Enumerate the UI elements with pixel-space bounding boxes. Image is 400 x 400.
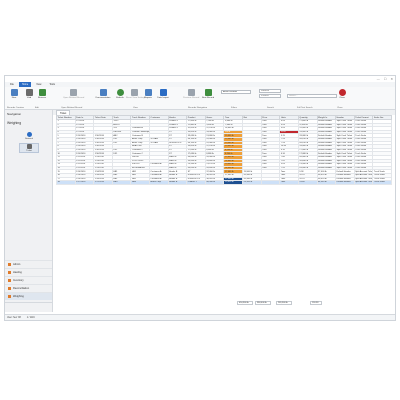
totals-row: 654,360 lb 384,400 lb 269,960 lb 134.98 xyxy=(56,300,392,305)
total-tare: 384,400 lb xyxy=(255,300,271,305)
nav-item-admin[interactable]: Admin xyxy=(5,260,52,268)
reset-view-icon xyxy=(130,89,138,96)
previous-record-button[interactable]: Previous Record xyxy=(183,89,199,99)
app-window: Ticket - ScaleSoft — ☐ ✕ File Home View … xyxy=(5,76,395,320)
open-related-icon xyxy=(69,89,77,96)
table-cell: Acme Corp xyxy=(149,180,169,185)
weighing-icon xyxy=(8,295,11,298)
nav-item-weighing[interactable]: Weighing xyxy=(5,292,52,300)
module-ticket[interactable]: Ticket xyxy=(19,143,39,153)
void-icon xyxy=(25,89,33,96)
table-cell: Tons xyxy=(279,180,299,185)
new-record-icon xyxy=(10,89,18,96)
table-cell: Truck Scale xyxy=(372,180,392,185)
table-cell: Product 1 xyxy=(186,180,206,185)
group-close: Close xyxy=(337,107,343,109)
refresh-icon xyxy=(116,89,124,96)
close-icon xyxy=(338,89,346,96)
total-net: 269,960 lb xyxy=(276,300,292,305)
reports-button[interactable]: Reports xyxy=(141,89,155,99)
table-cell: HB3 xyxy=(111,180,132,185)
network-icon xyxy=(26,132,32,137)
navigation-items: Admin Hauling Inventory Reconciliation W… xyxy=(5,260,52,300)
table-cell: Default Header xyxy=(335,180,355,185)
next-record-icon xyxy=(204,89,212,96)
table-cell: 44,340 lb xyxy=(204,180,225,185)
group-full-text-search: Full Text Search xyxy=(297,107,313,109)
group-view: View xyxy=(133,107,138,109)
reconciliation-icon xyxy=(8,287,11,290)
open-related-record-button[interactable]: Open Related Record xyxy=(63,89,84,99)
table-cell: 44,340 lb xyxy=(316,180,337,185)
total-gross: 654,360 lb xyxy=(237,300,253,305)
nav-item-hauling[interactable]: Hauling xyxy=(5,268,52,276)
admin-icon xyxy=(8,263,11,266)
table-row[interactable]: 18 1/17/2016 1/17/2016 HB3 HB3 Acme Corp Haule… xyxy=(56,180,392,185)
navigation-panel: Navigation Weighing Network Ticket Admin… xyxy=(5,110,53,312)
group-records-creation: Records Creation xyxy=(7,107,25,109)
group-search: Search xyxy=(267,107,274,109)
table-cell: 1/17/2016 xyxy=(74,180,95,185)
inventory-icon xyxy=(8,279,11,282)
hauling-icon xyxy=(8,271,11,274)
ticket-grid-area: Ticket Ticket Number Date In Ticket Date Tr… xyxy=(53,110,395,312)
ribbon-toolbar: New Void Reissue Open Related Record Doc… xyxy=(5,87,395,110)
status-user: User: Sec '08 xyxy=(7,316,21,319)
data-import-icon xyxy=(159,89,167,96)
refresh-button[interactable]: Refresh xyxy=(113,89,127,99)
reset-view-settings-button[interactable]: Reset View Settings xyxy=(126,89,146,99)
data-import-button[interactable]: Data Import xyxy=(155,89,171,99)
table-cell: 14.66 xyxy=(297,180,318,185)
date-to-field[interactable]: 1/1/2017 xyxy=(259,94,281,98)
table-cell: 15,020 lb xyxy=(223,180,244,185)
status-bar: User: Sec '08 1 / 1116 xyxy=(5,314,395,320)
navigation-footer xyxy=(5,302,52,312)
module-network[interactable]: Network xyxy=(19,132,39,140)
record-filter-select[interactable]: Active Records xyxy=(221,90,251,94)
table-cell: HB3 xyxy=(130,180,151,185)
status-record-count: 1 / 1116 xyxy=(26,316,35,319)
table-cell xyxy=(260,180,281,185)
navigation-header: Navigation xyxy=(7,112,22,116)
next-record-button[interactable]: Next Record xyxy=(200,89,216,99)
documentation-button[interactable]: Documentation xyxy=(93,89,113,99)
table-cell: Hauler B xyxy=(167,180,188,185)
previous-record-icon xyxy=(187,89,195,96)
table-cell: 1/17/2016 xyxy=(93,180,113,185)
tab-ticket[interactable]: Ticket xyxy=(56,110,71,115)
nav-item-inventory[interactable]: Inventory xyxy=(5,276,52,284)
table-cell: 29,320 lb xyxy=(242,180,262,185)
reissue-icon xyxy=(38,89,46,96)
documentation-icon xyxy=(99,89,107,96)
group-filters: Filters xyxy=(231,107,237,109)
reports-icon xyxy=(144,89,152,96)
reissue-button[interactable]: Reissue xyxy=(35,89,49,99)
void-button[interactable]: Void xyxy=(22,89,36,99)
ticket-icon xyxy=(26,144,32,149)
date-from-field[interactable]: 1/6/2015 xyxy=(259,89,281,93)
total-quantity: 134.98 xyxy=(310,300,322,305)
group-open-related: Open Related Record xyxy=(61,107,83,109)
table-cell: 18 xyxy=(56,180,76,185)
close-button[interactable]: Close xyxy=(335,89,349,99)
group-edit: Edit xyxy=(35,107,39,109)
search-input[interactable]: Search... xyxy=(287,94,337,98)
ticket-table: Ticket Number Date In Ticket Date Truck Truc… xyxy=(56,115,392,185)
new-button[interactable]: New xyxy=(7,89,21,99)
navigation-section-title: Weighing xyxy=(7,121,22,125)
nav-item-reconciliation[interactable]: Reconciliation xyxy=(5,284,52,292)
group-records-navigation: Records Navigation xyxy=(188,107,208,109)
table-cell: Split Account Ticket xyxy=(353,180,374,185)
